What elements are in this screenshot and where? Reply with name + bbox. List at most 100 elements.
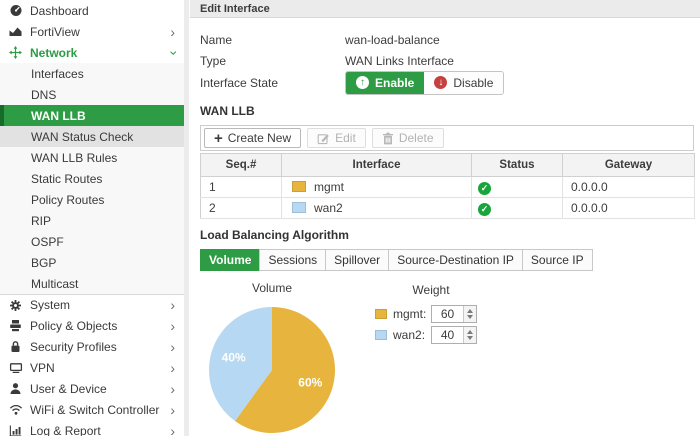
sidebar-item-policy-objects[interactable]: Policy & Objects › bbox=[0, 315, 184, 336]
sidebar-item-ospf[interactable]: OSPF bbox=[0, 231, 184, 252]
chevron-right-icon: › bbox=[170, 317, 175, 334]
sidebar-item-interfaces[interactable]: Interfaces bbox=[0, 63, 184, 84]
chevron-right-icon: › bbox=[170, 401, 175, 418]
sidebar-item-label: FortiView bbox=[30, 24, 80, 39]
create-new-button[interactable]: + Create New bbox=[204, 128, 302, 148]
interface-cell: wan2 bbox=[281, 197, 472, 219]
sidebar-item-label: WAN LLB bbox=[31, 108, 86, 123]
interface-color-swatch bbox=[292, 202, 306, 213]
spinner-up-icon[interactable] bbox=[467, 330, 473, 334]
name-label: Name bbox=[200, 32, 233, 47]
table-row[interactable]: 2 wan2 ✓ 0.0.0.0 bbox=[200, 197, 695, 219]
name-value: wan-load-balance bbox=[345, 32, 440, 47]
weight-value: 40 bbox=[440, 328, 455, 342]
sidebar-item-bgp[interactable]: BGP bbox=[0, 252, 184, 273]
sidebar-item-multicast[interactable]: Multicast bbox=[0, 273, 184, 294]
edit-button[interactable]: Edit bbox=[307, 128, 366, 148]
sidebar-item-vpn[interactable]: VPN › bbox=[0, 357, 184, 378]
edit-label: Edit bbox=[335, 131, 356, 145]
type-value: WAN Links Interface bbox=[345, 53, 454, 68]
sidebar-item-label: Network bbox=[30, 45, 78, 60]
policy-icon bbox=[7, 319, 24, 333]
delete-button[interactable]: Delete bbox=[371, 128, 444, 148]
sidebar-item-label: RIP bbox=[31, 213, 52, 228]
sidebar: Dashboard FortiView › Network › Interfaces DNS… bbox=[0, 0, 184, 436]
weight-input[interactable]: 40 bbox=[431, 326, 477, 344]
column-header-seq: Seq.# bbox=[200, 153, 282, 177]
tab-source-ip[interactable]: Source IP bbox=[521, 249, 593, 271]
lb-algorithm-heading: Load Balancing Algorithm bbox=[200, 228, 349, 242]
lb-algorithm-tabs: Volume Sessions Spillover Source-Destinatio… bbox=[200, 249, 593, 271]
sidebar-item-rip[interactable]: RIP bbox=[0, 210, 184, 231]
interface-color-swatch bbox=[292, 181, 306, 192]
edit-pencil-icon bbox=[317, 132, 330, 145]
sidebar-item-label: User & Device bbox=[30, 381, 107, 396]
pie-slice-label: 40% bbox=[222, 351, 246, 365]
enable-button[interactable]: ↑ Enable bbox=[346, 71, 425, 94]
weight-input[interactable]: 60 bbox=[431, 305, 477, 323]
dashboard-icon bbox=[7, 4, 24, 18]
main-panel: Edit Interface Name wan-load-balance Typ… bbox=[190, 0, 700, 436]
status-cell: ✓ bbox=[471, 197, 563, 219]
enable-up-arrow-icon: ↑ bbox=[356, 76, 369, 89]
sidebar-item-network[interactable]: Network › bbox=[0, 42, 184, 63]
chevron-down-icon: › bbox=[166, 50, 183, 55]
sidebar-item-wan-status-check[interactable]: WAN Status Check bbox=[0, 126, 184, 147]
network-icon bbox=[7, 46, 24, 60]
disable-button[interactable]: ↓ Disable bbox=[424, 71, 504, 94]
tab-source-destination-ip[interactable]: Source-Destination IP bbox=[388, 249, 523, 271]
sidebar-item-policy-routes[interactable]: Policy Routes bbox=[0, 189, 184, 210]
weight-row-mgmt: mgmt: 60 bbox=[375, 305, 487, 323]
table-row[interactable]: 1 mgmt ✓ 0.0.0.0 bbox=[200, 176, 695, 198]
sidebar-item-fortiview[interactable]: FortiView › bbox=[0, 21, 184, 42]
sidebar-item-log-report[interactable]: Log & Report › bbox=[0, 420, 184, 436]
plus-icon: + bbox=[214, 129, 223, 147]
tab-volume[interactable]: Volume bbox=[200, 249, 261, 271]
chevron-right-icon: › bbox=[170, 422, 175, 436]
status-up-check-icon: ✓ bbox=[478, 181, 491, 195]
sidebar-scrollbar[interactable] bbox=[184, 0, 189, 436]
sidebar-item-label: OSPF bbox=[31, 234, 64, 249]
sidebar-item-label: DNS bbox=[31, 87, 57, 102]
sidebar-item-label: Interfaces bbox=[31, 66, 84, 81]
chevron-right-icon: › bbox=[170, 338, 175, 355]
gateway-cell: 0.0.0.0 bbox=[562, 197, 695, 219]
spinner-down-icon[interactable] bbox=[467, 336, 473, 340]
user-icon bbox=[7, 382, 24, 396]
pie-slice-label: 60% bbox=[298, 376, 322, 390]
weight-title: Weight bbox=[412, 283, 450, 297]
sidebar-item-label: Multicast bbox=[31, 276, 79, 291]
tab-sessions[interactable]: Sessions bbox=[259, 249, 327, 271]
sidebar-item-wan-llb[interactable]: WAN LLB bbox=[0, 105, 184, 126]
app-window: Dashboard FortiView › Network › Interfaces DNS… bbox=[0, 0, 700, 436]
create-new-label: Create New bbox=[227, 131, 292, 145]
weight-spinner[interactable] bbox=[463, 327, 476, 343]
sidebar-item-wifi-switch-controller[interactable]: WiFi & Switch Controller › bbox=[0, 399, 184, 420]
lock-icon bbox=[7, 340, 24, 354]
sidebar-item-system[interactable]: System › bbox=[0, 294, 184, 315]
tab-spillover[interactable]: Spillover bbox=[325, 249, 390, 271]
sidebar-item-dns[interactable]: DNS bbox=[0, 84, 184, 105]
weight-panel: Weight mgmt: 60 wan2: 40 bbox=[375, 283, 487, 347]
interface-state-row: Interface State ↑ Enable ↓ Disable bbox=[200, 70, 505, 95]
sidebar-item-label: WiFi & Switch Controller bbox=[30, 402, 160, 417]
column-header-gateway: Gateway bbox=[562, 153, 695, 177]
sidebar-item-user-device[interactable]: User & Device › bbox=[0, 378, 184, 399]
spinner-down-icon[interactable] bbox=[467, 315, 473, 319]
sidebar-item-dashboard[interactable]: Dashboard bbox=[0, 0, 184, 21]
wifi-icon bbox=[7, 403, 24, 417]
type-label: Type bbox=[200, 53, 227, 68]
spinner-up-icon[interactable] bbox=[467, 309, 473, 313]
delete-label: Delete bbox=[398, 131, 434, 145]
weight-spinner[interactable] bbox=[463, 306, 476, 322]
disable-down-arrow-icon: ↓ bbox=[434, 76, 448, 89]
interface-state-toggle: ↑ Enable ↓ Disable bbox=[345, 70, 505, 95]
chevron-right-icon: › bbox=[170, 380, 175, 397]
weight-label: mgmt: bbox=[393, 307, 427, 321]
sidebar-item-static-routes[interactable]: Static Routes bbox=[0, 168, 184, 189]
interface-cell: mgmt bbox=[281, 176, 472, 198]
sidebar-item-label: Policy Routes bbox=[31, 192, 105, 207]
weight-color-swatch bbox=[375, 309, 387, 319]
sidebar-item-security-profiles[interactable]: Security Profiles › bbox=[0, 336, 184, 357]
sidebar-item-wan-llb-rules[interactable]: WAN LLB Rules bbox=[0, 147, 184, 168]
